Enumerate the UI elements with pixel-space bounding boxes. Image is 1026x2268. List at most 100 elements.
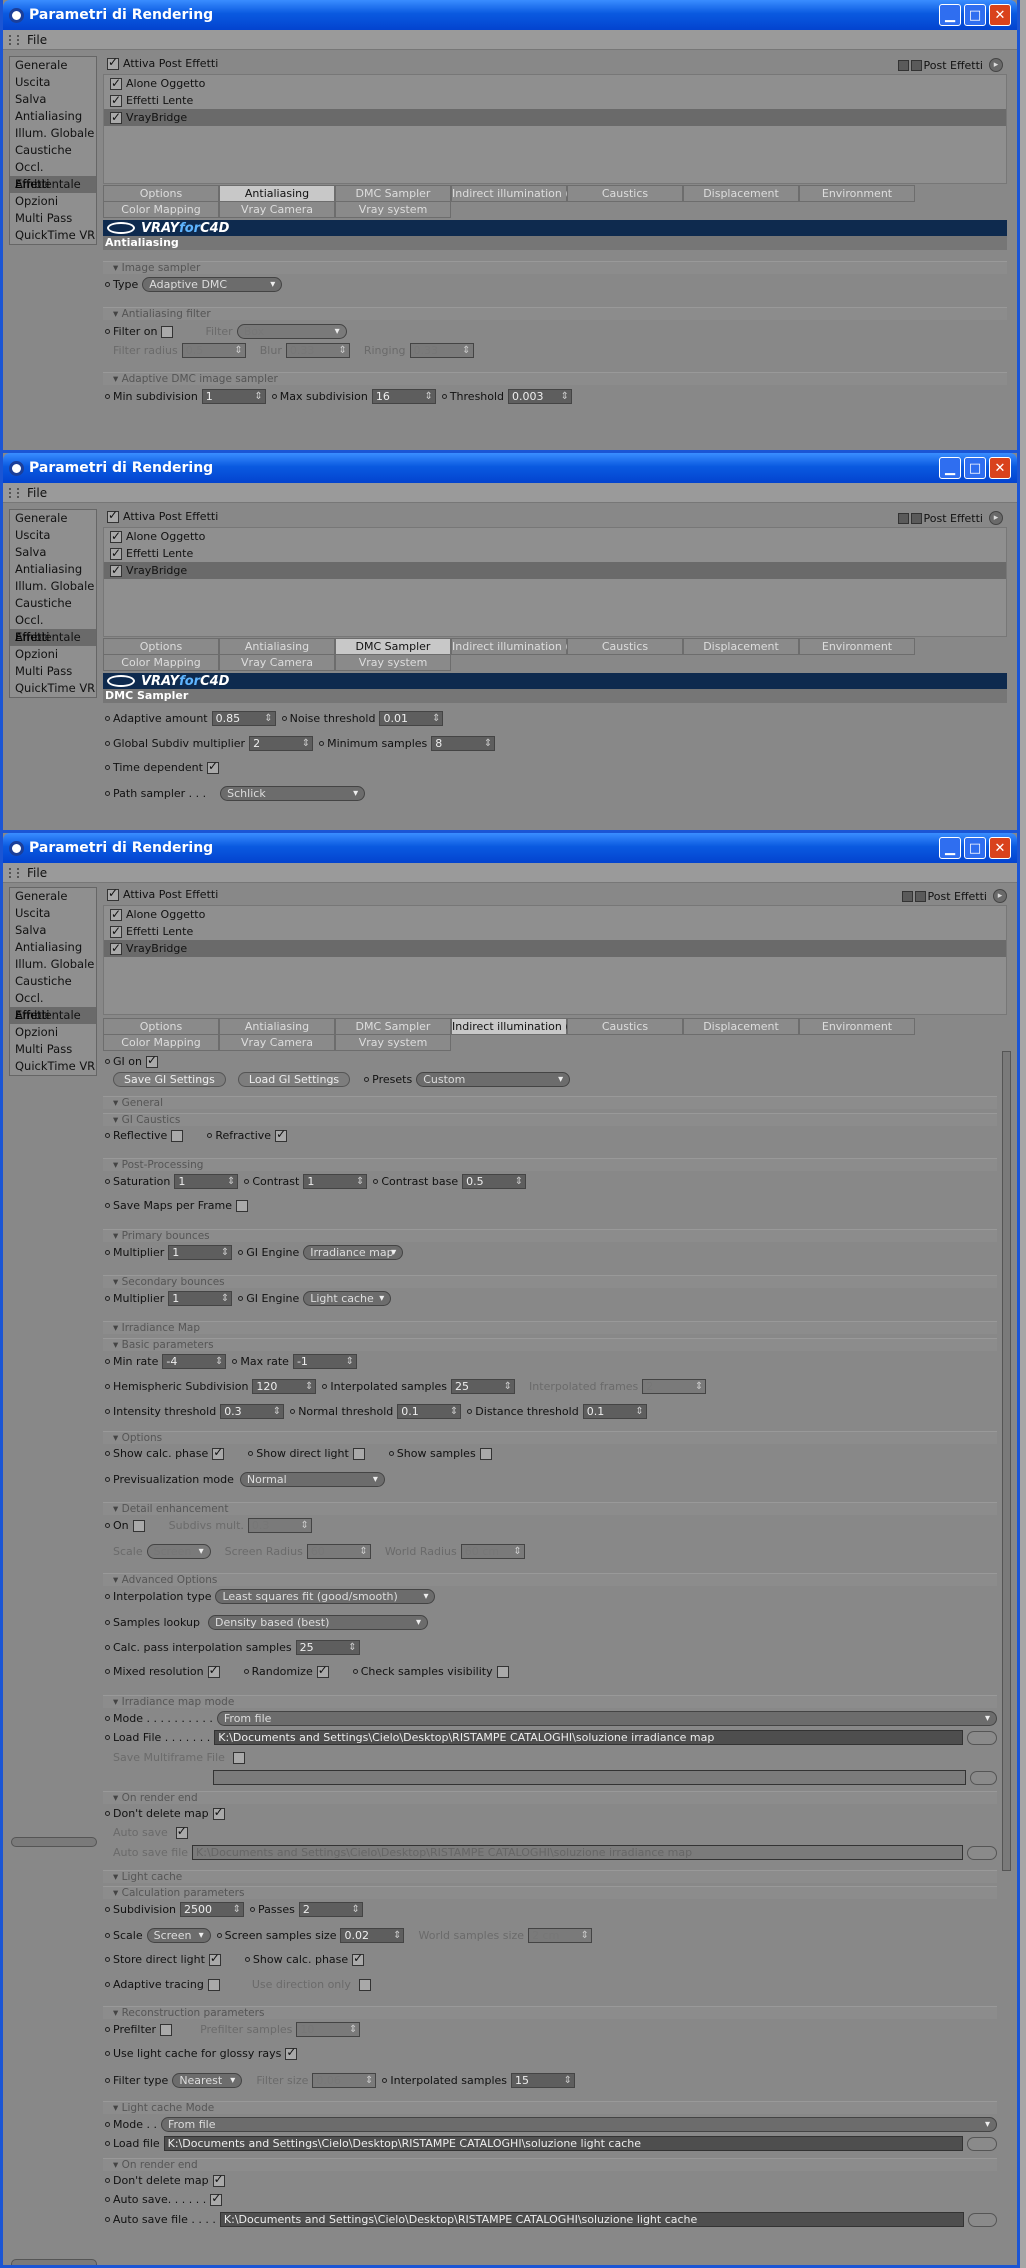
list-item[interactable]: VrayBridge [104, 562, 1006, 579]
randomize-checkbox[interactable] [316, 1663, 329, 1678]
tab-color-mapping[interactable]: Color Mapping [103, 654, 219, 671]
show-direct-light-checkbox[interactable] [352, 1447, 365, 1460]
sidebar-item-generale[interactable]: Generale [10, 888, 96, 905]
section-post-processing[interactable]: Post-Processing [103, 1158, 997, 1171]
screen-samples-size-field[interactable]: 0.02 [340, 1928, 405, 1943]
sidebar-item-caustiche[interactable]: Caustiche [10, 595, 96, 612]
intensity-threshold-field[interactable]: 0.3 [220, 1404, 285, 1419]
post-effects-menu[interactable]: Post Effetti ▸ [897, 511, 1003, 525]
interpolated-frames-field[interactable]: 2 [642, 1379, 707, 1394]
sidebar-item-opzioni[interactable]: Opzioni [10, 646, 96, 663]
lc-load-file-field[interactable]: K:\Documents and Settings\Cielo\Desktop\… [163, 2136, 964, 2151]
tab-gi[interactable]: Indirect illumination (GI) [451, 185, 586, 202]
post-effects-checkbox[interactable] [107, 886, 119, 901]
sidebar-item-illum-globale[interactable]: Illum. Globale [10, 956, 96, 973]
sidebar-item-occl-ambientale[interactable]: Occl. Ambientale [10, 612, 96, 644]
tab-vray-camera[interactable]: Vray Camera [219, 654, 335, 671]
prefilter-checkbox[interactable] [160, 2023, 173, 2036]
samples-lookup-dropdown[interactable]: Density based (best) [207, 1615, 428, 1630]
sidebar-item-antialiasing[interactable]: Antialiasing [10, 939, 96, 956]
filter-on-checkbox[interactable] [161, 325, 174, 338]
max-subdivision-field[interactable]: 16 [371, 389, 436, 404]
filter-radius-field[interactable]: 0.5 [181, 343, 246, 358]
sidebar-scrollbar-bottom[interactable] [11, 2259, 97, 2265]
sidebar-item-salva[interactable]: Salva [10, 922, 96, 939]
sidebar-item-salva[interactable]: Salva [10, 544, 96, 561]
sidebar-scrollbar[interactable] [11, 1837, 97, 1847]
contrast-field[interactable]: 1 [303, 1174, 368, 1189]
tab-gi[interactable]: Indirect illumination (GI) [451, 1018, 586, 1035]
world-radius-field[interactable]: 60 cm [460, 1544, 525, 1559]
tab-vray-camera[interactable]: Vray Camera [219, 1034, 335, 1051]
distance-threshold-field[interactable]: 0.1 [582, 1404, 647, 1419]
post-effects-checkbox[interactable] [107, 55, 119, 70]
filter-type-dropdown[interactable]: Nearest [172, 2073, 243, 2088]
up-icon[interactable] [901, 890, 913, 902]
save-multiframe-checkbox[interactable] [232, 1751, 245, 1764]
section-detail-enhancement[interactable]: Detail enhancement [103, 1502, 997, 1515]
list-item[interactable]: Effetti Lente [104, 545, 1006, 562]
section-image-sampler[interactable]: Image sampler [103, 261, 1007, 274]
adaptive-amount-field[interactable]: 0.85 [211, 711, 276, 726]
section-lc-on-render-end[interactable]: On render end [103, 2158, 997, 2171]
ringing-field[interactable]: 0.33 [409, 343, 474, 358]
lc-passes-field[interactable]: 2 [298, 1902, 363, 1917]
sidebar-item-salva[interactable]: Salva [10, 91, 96, 108]
tab-options[interactable]: Options [103, 185, 219, 202]
store-direct-light-checkbox[interactable] [208, 1951, 221, 1966]
tab-gi[interactable]: Indirect illumination (GI) [451, 638, 586, 655]
list-item[interactable]: VrayBridge [104, 109, 1006, 126]
browse-button[interactable] [967, 2212, 997, 2227]
tab-caustics[interactable]: Caustics [567, 185, 683, 202]
max-rate-field[interactable]: -1 [292, 1354, 357, 1369]
sidebar-item-quicktime-vr[interactable]: QuickTime VR [10, 680, 96, 697]
minimize-button[interactable]: ▁ [939, 837, 961, 859]
tab-displacement[interactable]: Displacement [683, 185, 799, 202]
world-samples-size-field[interactable]: 2 cm [528, 1928, 593, 1943]
section-options[interactable]: Options [103, 1431, 997, 1444]
section-aa-filter[interactable]: Antialiasing filter [103, 307, 1007, 320]
section-calculation-parameters[interactable]: Calculation parameters [103, 1886, 997, 1899]
post-effects-menu[interactable]: Post Effetti ▸ [897, 58, 1003, 72]
lc-scale-dropdown[interactable]: Screen [146, 1928, 211, 1943]
browse-button[interactable] [970, 1770, 997, 1785]
subdivs-mult-field[interactable]: 0.3 [247, 1518, 312, 1533]
tab-antialiasing[interactable]: Antialiasing [219, 1018, 335, 1035]
section-basic-parameters[interactable]: Basic parameters [103, 1338, 997, 1351]
lc-show-calc-phase-checkbox[interactable] [352, 1951, 365, 1966]
adaptive-tracing-checkbox[interactable] [207, 1978, 220, 1991]
tab-color-mapping[interactable]: Color Mapping [103, 1034, 219, 1051]
post-effects-menu[interactable]: Post Effetti ▸ [901, 889, 1007, 903]
tab-displacement[interactable]: Displacement [683, 638, 799, 655]
show-samples-checkbox[interactable] [479, 1447, 492, 1460]
sidebar-item-quicktime-vr[interactable]: QuickTime VR [10, 227, 96, 244]
up-icon[interactable] [897, 512, 909, 524]
tab-vray-system[interactable]: Vray system [335, 201, 451, 218]
previsualization-mode-dropdown[interactable]: Normal [239, 1472, 385, 1487]
list-item[interactable]: Alone Oggetto [104, 75, 1006, 92]
list-item[interactable]: Alone Oggetto [104, 528, 1006, 545]
browse-button[interactable] [967, 2136, 998, 2151]
list-item[interactable]: Alone Oggetto [104, 906, 1006, 923]
min-samples-field[interactable]: 8 [431, 736, 496, 751]
close-button[interactable]: ✕ [989, 4, 1011, 26]
section-on-render-end[interactable]: On render end [103, 1791, 997, 1804]
save-gi-settings-button[interactable]: Save GI Settings [113, 1072, 226, 1087]
sidebar-item-opzioni[interactable]: Opzioni [10, 193, 96, 210]
up-icon[interactable] [897, 59, 909, 71]
sidebar-item-multi-pass[interactable]: Multi Pass [10, 1041, 96, 1058]
lc-auto-save-file-field[interactable]: K:\Documents and Settings\Cielo\Desktop\… [219, 2212, 964, 2227]
mixed-resolution-checkbox[interactable] [207, 1663, 220, 1678]
contrast-base-field[interactable]: 0.5 [462, 1174, 527, 1189]
gi-on-checkbox[interactable] [145, 1053, 158, 1068]
section-gi-caustics[interactable]: GI Caustics [103, 1113, 997, 1126]
tab-caustics[interactable]: Caustics [567, 638, 683, 655]
menu-file[interactable]: File [27, 486, 47, 500]
check-samples-visibility-checkbox[interactable] [496, 1665, 509, 1678]
lc-mode-dropdown[interactable]: From file [160, 2117, 997, 2132]
secondary-multiplier-field[interactable]: 1 [168, 1291, 233, 1306]
refractive-checkbox[interactable] [275, 1127, 288, 1142]
global-subdiv-field[interactable]: 2 [249, 736, 314, 751]
lc-dont-delete-map-checkbox[interactable] [212, 2172, 225, 2187]
browse-button[interactable] [967, 1845, 997, 1860]
